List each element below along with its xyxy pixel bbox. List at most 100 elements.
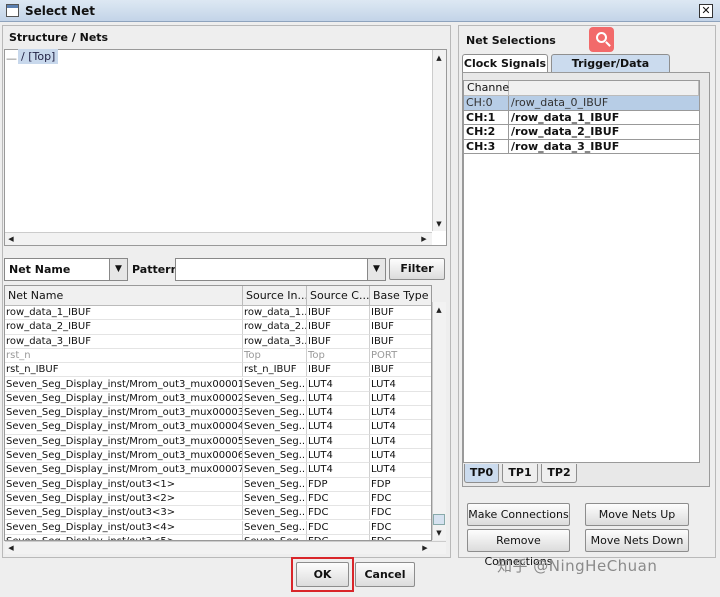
channel-row[interactable]: CH:3/row_data_3_IBUF bbox=[464, 139, 699, 154]
column-header-source-instance[interactable]: Source In... bbox=[243, 286, 307, 306]
net-cell: /row_data_3_IBUF bbox=[509, 140, 699, 154]
scroll-down-icon[interactable]: ▼ bbox=[433, 218, 445, 230]
channel-row[interactable]: CH:0/row_data_0_IBUF bbox=[464, 96, 699, 111]
table-row[interactable]: rst_n_IBUF rst_n_IBUF IBUF IBUF bbox=[5, 363, 431, 378]
tab-tp0[interactable]: TP0 bbox=[464, 464, 499, 483]
table-row[interactable]: rst_n Top Top PORT bbox=[5, 348, 431, 364]
net-cell: /row_data_1_IBUF bbox=[509, 111, 699, 125]
scroll-up-icon[interactable]: ▲ bbox=[433, 52, 445, 64]
tab-clock-signals[interactable]: Clock Signals bbox=[462, 54, 548, 72]
base-type-cell: IBUF bbox=[370, 335, 431, 349]
source-instance-cell: Seven_Seg... bbox=[243, 406, 307, 421]
move-nets-up-button[interactable]: Move Nets Up bbox=[585, 503, 689, 526]
net-name-cell: Seven_Seg_Display_inst/out3<4> bbox=[5, 520, 243, 535]
table-row[interactable]: Seven_Seg_Display_inst/Mrom_out3_mux0000… bbox=[5, 449, 431, 464]
base-type-cell: PORT bbox=[370, 349, 431, 364]
net-name-cell: row_data_3_IBUF bbox=[5, 334, 243, 349]
window-icon bbox=[6, 4, 19, 17]
table-row[interactable]: Seven_Seg_Display_inst/Mrom_out3_mux0000… bbox=[5, 420, 431, 435]
table-row[interactable]: Seven_Seg_Display_inst/Mrom_out3_mux0000… bbox=[5, 463, 431, 478]
channel-row[interactable]: CH:1/row_data_1_IBUF bbox=[464, 110, 699, 125]
column-header-net-name[interactable]: Net Name bbox=[5, 286, 243, 306]
source-component-cell: IBUF bbox=[307, 320, 370, 335]
net-name-cell: Seven_Seg_Display_inst/Mrom_out3_mux0000… bbox=[5, 463, 243, 478]
cancel-button[interactable]: Cancel bbox=[355, 562, 415, 587]
table-row[interactable]: Seven_Seg_Display_inst/Mrom_out3_mux0000… bbox=[5, 406, 431, 421]
table-row[interactable]: row_data_3_IBUF row_data_3... IBUF IBUF bbox=[5, 334, 431, 349]
base-type-cell: FDC bbox=[370, 492, 431, 507]
net-name-cell: Seven_Seg_Display_inst/Mrom_out3_mux0000… bbox=[5, 434, 243, 449]
scroll-left-icon[interactable]: ◀ bbox=[5, 233, 17, 245]
net-name-cell: row_data_1_IBUF bbox=[5, 306, 243, 321]
move-nets-down-button[interactable]: Move Nets Down bbox=[585, 529, 689, 552]
column-header-base-type[interactable]: Base Type bbox=[370, 286, 431, 306]
net-name-cell: rst_n_IBUF bbox=[5, 363, 243, 378]
net-name-cell: row_data_2_IBUF bbox=[5, 320, 243, 335]
net-name-select-value: Net Name bbox=[9, 263, 71, 276]
filter-button[interactable]: Filter bbox=[389, 258, 445, 280]
table-row[interactable]: Seven_Seg_Display_inst/out3<2> Seven_Seg.… bbox=[5, 491, 431, 507]
scroll-left-icon[interactable]: ◀ bbox=[5, 542, 17, 554]
source-component-cell: LUT4 bbox=[307, 434, 370, 449]
scroll-thumb[interactable] bbox=[433, 514, 445, 525]
source-component-cell: LUT4 bbox=[307, 406, 370, 421]
column-header-channel[interactable]: Channel bbox=[464, 81, 512, 96]
tree-vertical-scrollbar[interactable] bbox=[432, 50, 446, 231]
source-instance-cell: Seven_Seg... bbox=[243, 520, 307, 535]
source-instance-cell: Seven_Seg... bbox=[243, 434, 307, 449]
base-type-cell: FDC bbox=[370, 521, 431, 535]
structure-tree[interactable] bbox=[4, 49, 447, 246]
chevron-down-icon[interactable]: ▼ bbox=[367, 259, 385, 280]
scroll-down-icon[interactable]: ▼ bbox=[433, 527, 445, 539]
net-name-cell: Seven_Seg_Display_inst/Mrom_out3_mux0000… bbox=[5, 406, 243, 421]
tree-node-top[interactable]: / [Top] bbox=[18, 49, 59, 64]
column-header-source-component[interactable]: Source C... bbox=[307, 286, 370, 306]
table-row[interactable]: row_data_1_IBUF row_data_1... IBUF IBUF bbox=[5, 306, 431, 321]
source-component-cell: IBUF bbox=[307, 334, 370, 349]
scroll-up-icon[interactable]: ▲ bbox=[433, 304, 445, 316]
scroll-right-icon[interactable]: ▶ bbox=[419, 542, 431, 554]
net-name-cell: Seven_Seg_Display_inst/Mrom_out3_mux0000… bbox=[5, 377, 243, 392]
tab-tp1[interactable]: TP1 bbox=[502, 464, 538, 483]
source-component-cell: FDC bbox=[307, 520, 370, 535]
table-row[interactable]: Seven_Seg_Display_inst/out3<4> Seven_Seg.… bbox=[5, 520, 431, 535]
base-type-cell: LUT4 bbox=[370, 463, 431, 478]
base-type-cell: IBUF bbox=[370, 320, 431, 335]
make-connections-button[interactable]: Make Connections bbox=[467, 503, 570, 526]
table-row[interactable]: row_data_2_IBUF row_data_2... IBUF IBUF bbox=[5, 320, 431, 335]
net-name-cell: Seven_Seg_Display_inst/out3<1> bbox=[5, 477, 243, 492]
source-instance-cell: Seven_Seg... bbox=[243, 449, 307, 464]
close-icon[interactable]: ✕ bbox=[699, 4, 713, 18]
pattern-input[interactable]: ▼ bbox=[175, 258, 386, 281]
channel-row[interactable]: CH:2/row_data_2_IBUF bbox=[464, 125, 699, 140]
remove-connections-button[interactable]: Remove Connections bbox=[467, 529, 570, 568]
source-instance-cell: Seven_Seg... bbox=[243, 420, 307, 435]
table-row[interactable]: Seven_Seg_Display_inst/Mrom_out3_mux0000… bbox=[5, 377, 431, 392]
channel-cell: CH:2 bbox=[464, 125, 509, 140]
ok-button[interactable]: OK bbox=[296, 562, 349, 587]
table-row[interactable]: Seven_Seg_Display_inst/out3<1> Seven_Seg.… bbox=[5, 477, 431, 492]
tab-tp2[interactable]: TP2 bbox=[541, 464, 577, 483]
table-row[interactable]: Seven_Seg_Display_inst/Mrom_out3_mux0000… bbox=[5, 434, 431, 449]
source-component-cell: IBUF bbox=[307, 363, 370, 378]
scroll-right-icon[interactable]: ▶ bbox=[418, 233, 430, 245]
base-type-cell: LUT4 bbox=[370, 435, 431, 449]
column-header-net[interactable] bbox=[509, 81, 699, 96]
table-row[interactable]: Seven_Seg_Display_inst/out3<3> Seven_Seg.… bbox=[5, 506, 431, 521]
channel-cell: CH:3 bbox=[464, 139, 509, 154]
net-table-vertical-scrollbar[interactable] bbox=[432, 302, 446, 540]
source-instance-cell: rst_n_IBUF bbox=[243, 363, 307, 378]
net-name-select[interactable]: Net Name ▼ bbox=[4, 258, 128, 281]
net-table-horizontal-scrollbar[interactable] bbox=[5, 541, 446, 554]
chevron-down-icon[interactable]: ▼ bbox=[109, 259, 127, 280]
base-type-cell: IBUF bbox=[370, 363, 431, 378]
tree-horizontal-scrollbar[interactable] bbox=[5, 232, 432, 245]
tree-connector-icon: — bbox=[6, 52, 17, 65]
source-instance-cell: Seven_Seg... bbox=[243, 491, 307, 507]
table-row[interactable]: Seven_Seg_Display_inst/Mrom_out3_mux0000… bbox=[5, 391, 431, 407]
watermark: 知乎 @NingHeChuan bbox=[497, 557, 658, 575]
source-instance-cell: Seven_Seg... bbox=[243, 391, 307, 407]
net-cell: /row_data_0_IBUF bbox=[509, 96, 699, 111]
base-type-cell: LUT4 bbox=[370, 378, 431, 392]
tab-trigger-data-signals[interactable]: Trigger/Data Signals bbox=[551, 54, 670, 87]
